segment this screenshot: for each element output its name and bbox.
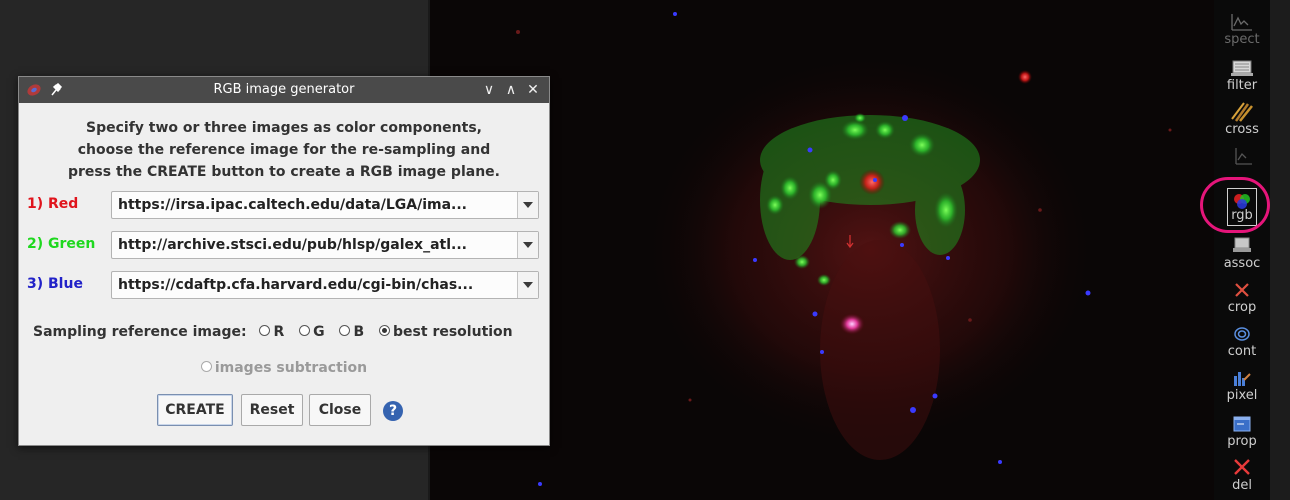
green-image-url: http://archive.stsci.edu/pub/hlsp/galex_… xyxy=(118,237,467,253)
tool-label: assoc xyxy=(1223,256,1261,271)
blue-component-row: 3) Blue https://cdaftp.cfa.harvard.edu/c… xyxy=(27,271,541,299)
instruction-line: choose the reference image for the re-sa… xyxy=(77,142,491,158)
tool-label: rgb xyxy=(1231,208,1253,223)
help-icon[interactable]: ? xyxy=(383,401,403,421)
tool-label: filter xyxy=(1226,78,1258,93)
delete-icon xyxy=(1234,459,1250,475)
blue-label: 3) Blue xyxy=(27,276,83,292)
tool-crop[interactable]: crop xyxy=(1214,274,1270,318)
cross-match-icon xyxy=(1231,102,1253,122)
pixel-histogram-icon xyxy=(1234,372,1251,386)
blue-image-url: https://cdaftp.cfa.harvard.edu/cgi-bin/c… xyxy=(118,277,474,293)
tool-label: pixel xyxy=(1226,388,1258,403)
tool-spect[interactable]: spect xyxy=(1214,6,1270,50)
maximize-button[interactable]: ∧ xyxy=(501,80,521,100)
red-component-row: 1) Red https://irsa.ipac.caltech.edu/dat… xyxy=(27,191,541,219)
close-button[interactable]: Close xyxy=(309,394,371,426)
crop-icon xyxy=(1235,283,1249,297)
instruction-line: press the CREATE button to create a RGB … xyxy=(68,164,500,180)
plot-icon xyxy=(1235,148,1252,165)
tool-bar: spect filter cross rgb assoc crop cont p… xyxy=(1214,0,1270,500)
tool-label: cross xyxy=(1225,122,1259,137)
chevron-down-icon[interactable] xyxy=(517,232,538,258)
close-window-button[interactable]: ✕ xyxy=(523,80,543,100)
tool-filter[interactable]: filter xyxy=(1214,52,1270,96)
create-button[interactable]: CREATE xyxy=(157,394,233,426)
instruction-line: Specify two or three images as color com… xyxy=(86,120,482,136)
dialog-titlebar[interactable]: RGB image generator ∨ ∧ ✕ xyxy=(19,77,549,103)
tool-label: del xyxy=(1232,478,1252,493)
tool-label: crop xyxy=(1227,300,1257,315)
radio-images-subtraction xyxy=(200,361,212,372)
sampling-reference-row: Sampling reference image: R G B best res… xyxy=(33,324,543,344)
minimize-button[interactable]: ∨ xyxy=(479,80,499,100)
tool-label: cont xyxy=(1227,344,1257,359)
assoc-icon xyxy=(1233,237,1251,252)
right-margin xyxy=(1270,0,1290,500)
sampling-label: Sampling reference image: xyxy=(33,324,247,340)
tool-cross[interactable]: cross xyxy=(1214,96,1270,140)
tool-assoc[interactable]: assoc xyxy=(1214,230,1270,274)
blue-image-select[interactable]: https://cdaftp.cfa.harvard.edu/cgi-bin/c… xyxy=(111,271,539,299)
instructions-text: Specify two or three images as color com… xyxy=(39,117,529,183)
radio-best-resolution[interactable] xyxy=(379,325,391,336)
tool-cont[interactable]: cont xyxy=(1214,318,1270,362)
green-image-select[interactable]: http://archive.stsci.edu/pub/hlsp/galex_… xyxy=(111,231,539,259)
red-image-url: https://irsa.ipac.caltech.edu/data/LGA/i… xyxy=(118,197,468,213)
tool-pixel[interactable]: pixel xyxy=(1214,362,1270,406)
radio-g[interactable] xyxy=(299,325,311,336)
sampling-option-r[interactable]: R xyxy=(259,324,284,340)
tool-del[interactable]: del xyxy=(1214,452,1270,496)
tool-plot[interactable] xyxy=(1214,140,1270,184)
radio-r[interactable] xyxy=(259,325,271,336)
properties-icon xyxy=(1233,416,1251,432)
green-component-row: 2) Green http://archive.stsci.edu/pub/hl… xyxy=(27,231,541,259)
tool-prop[interactable]: prop xyxy=(1214,408,1270,452)
radio-b[interactable] xyxy=(339,325,351,336)
sampling-option-b[interactable]: B xyxy=(339,324,364,340)
sampling-option-best-resolution[interactable]: best resolution xyxy=(379,324,513,340)
red-label: 1) Red xyxy=(27,196,79,212)
reset-button[interactable]: Reset xyxy=(241,394,303,426)
chevron-down-icon[interactable] xyxy=(517,192,538,218)
spectrum-icon xyxy=(1231,14,1252,31)
rgb-generator-dialog: RGB image generator ∨ ∧ ✕ Specify two or… xyxy=(18,76,550,446)
red-image-select[interactable]: https://irsa.ipac.caltech.edu/data/LGA/i… xyxy=(111,191,539,219)
green-label: 2) Green xyxy=(27,236,96,252)
contour-icon xyxy=(1234,327,1250,341)
tool-label: prop xyxy=(1227,434,1257,449)
filter-icon xyxy=(1231,60,1253,76)
dialog-title: RGB image generator xyxy=(213,82,355,97)
sampling-option-g[interactable]: G xyxy=(299,324,325,340)
images-subtraction-option: images subtraction xyxy=(19,360,549,376)
tool-label: spect xyxy=(1224,32,1260,47)
tool-rgb[interactable]: rgb xyxy=(1214,186,1270,230)
chevron-down-icon[interactable] xyxy=(517,272,538,298)
images-subtraction-label: images subtraction xyxy=(214,360,368,376)
